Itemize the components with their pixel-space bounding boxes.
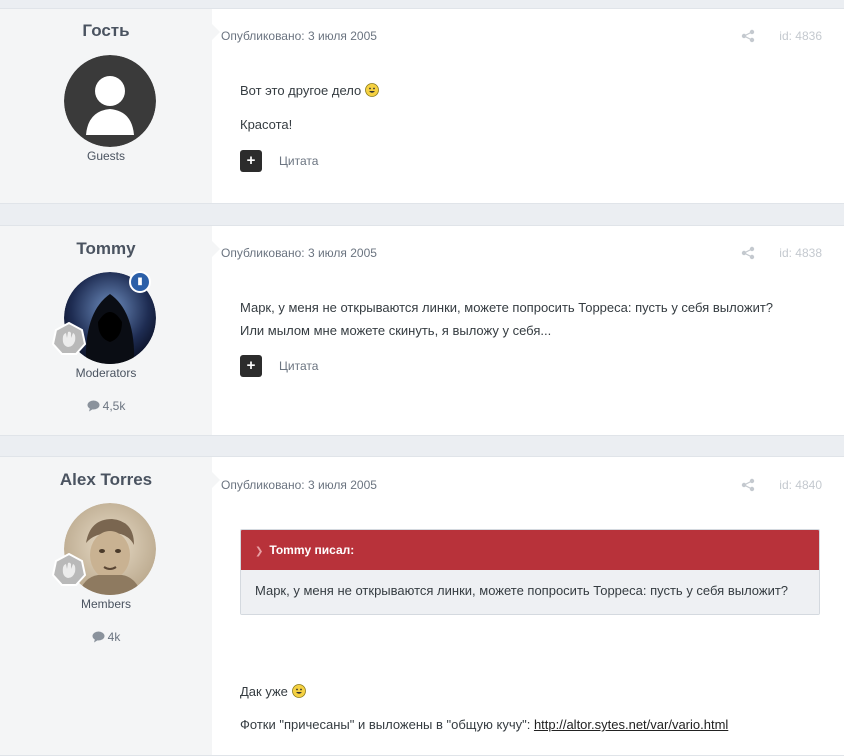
post-body: Опубликовано: 3 июля 2005 id: 4840 ❯ Tomm… [211,457,844,755]
post-line: Дак уже [240,680,820,703]
post-count: 4k [0,630,212,644]
post-line: Марк, у меня не открываются линки, может… [240,300,774,315]
post-date[interactable]: Опубликовано: 3 июля 2005 [221,478,377,492]
post-content: Марк, у меня не открываются линки, может… [240,296,820,342]
post: Гость Guests Опубликовано: 3 июля 2005 i… [0,8,844,204]
post-line-text: Дак уже [240,684,288,699]
post-line: Красота! [240,117,293,132]
post-id: id: 4836 [779,29,822,43]
post-date[interactable]: Опубликовано: 3 июля 2005 [221,246,377,260]
author-group: Guests [86,149,125,163]
author-name[interactable]: Tommy [0,239,212,259]
smile-emoji-icon [364,83,379,97]
multiquote-plus-button[interactable]: + [240,355,262,377]
moderator-badge-icon: ▮ [129,271,151,293]
share-icon[interactable] [741,478,755,492]
quote-block: ❯ Tommy писал: Марк, у меня не открываютс… [240,529,820,615]
rank-badge-icon [52,322,86,355]
notch [211,23,220,41]
notch [211,471,220,489]
avatar-wrap: ▮ [52,271,156,364]
author-panel: Tommy ▮ Moderators 4,5k [0,226,212,435]
author-group: Members [80,597,131,611]
comment-icon [87,400,100,412]
multiquote-plus-button[interactable]: + [240,150,262,172]
post: Tommy ▮ Moderators 4,5k Опубликовано: 3 … [0,225,844,436]
post-count-value: 4,5k [102,399,126,413]
smile-emoji-icon [291,684,306,698]
post: Alex Torres Members 4k Опубликовано: 3 и… [0,456,844,756]
comment-icon [92,631,105,643]
post-body: Опубликовано: 3 июля 2005 id: 4838 Марк,… [211,226,844,435]
post-body: Опубликовано: 3 июля 2005 id: 4836 Вот э… [211,9,844,203]
quote-author: Tommy писал: [269,543,355,557]
avatar-wrap [64,55,156,147]
rank-badge-icon [52,553,86,586]
post-content: Дак уже Фотки "причесаны" и выложены в "… [240,680,820,736]
avatar[interactable] [64,55,156,147]
share-icon[interactable] [741,29,755,43]
chevron-down-icon[interactable]: ❯ [255,532,263,572]
author-name[interactable]: Alex Torres [0,470,212,490]
post-date[interactable]: Опубликовано: 3 июля 2005 [221,29,377,43]
quote-text: Марк, у меня не открываются линки, может… [241,570,819,614]
external-link[interactable]: http://altor.sytes.net/var/vario.html [534,717,728,732]
post-line: Вот это другое дело [240,79,820,102]
post-content: Вот это другое дело Красота! [240,79,820,136]
post-line: Фотки "причесаны" и выложены в "общую ку… [240,713,820,736]
quote-button[interactable]: Цитата [279,154,318,168]
post-line-text: Вот это другое дело [240,83,362,98]
quote-header[interactable]: ❯ Tommy писал: [241,530,819,570]
post-line: Или мылом мне можете скинуть, я выложу у… [240,323,552,338]
notch [211,240,220,258]
post-count: 4,5k [0,399,212,413]
post-id: id: 4838 [779,246,822,260]
avatar-wrap [52,503,156,595]
post-count-value: 4k [107,630,121,644]
quote-button[interactable]: Цитата [279,359,318,373]
share-icon[interactable] [741,246,755,260]
author-name[interactable]: Гость [0,21,212,41]
post-line-text: Фотки "причесаны" и выложены в "общую ку… [240,717,534,732]
author-group: Moderators [75,366,137,380]
author-panel: Alex Torres Members 4k [0,457,212,755]
post-id: id: 4840 [779,478,822,492]
author-panel: Гость Guests [0,9,212,203]
